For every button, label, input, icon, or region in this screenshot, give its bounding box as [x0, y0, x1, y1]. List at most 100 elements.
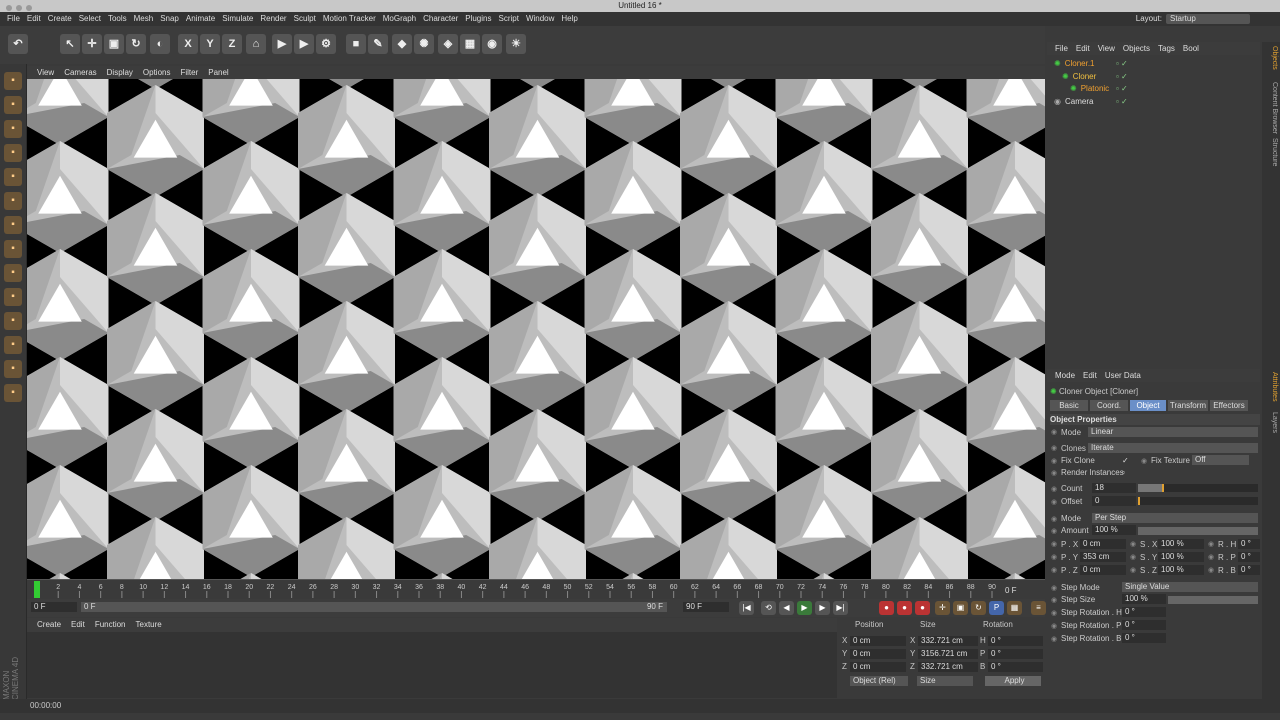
texture-mode-icon[interactable]: ▪: [4, 120, 22, 138]
layout-dropdown[interactable]: Startup: [1166, 14, 1250, 24]
animate-radio-icon[interactable]: ◉: [1051, 566, 1057, 574]
size-field[interactable]: 332.721 cm: [918, 636, 978, 646]
zoom-window-icon[interactable]: [26, 5, 32, 11]
scale-field[interactable]: 100 %: [1158, 552, 1204, 562]
step-size-field[interactable]: 100 %: [1122, 594, 1166, 604]
timeline-ruler[interactable]: 0246810121416182022242628303234363840424…: [27, 580, 1045, 600]
animate-radio-icon[interactable]: ◉: [1130, 540, 1136, 548]
record-loop-icon[interactable]: ⟲: [761, 601, 776, 615]
autokey-icon[interactable]: ●: [897, 601, 912, 615]
animate-radio-icon[interactable]: ◉: [1051, 584, 1057, 592]
camera-icon[interactable]: ◉: [482, 34, 502, 54]
timeline-menu-icon[interactable]: ≡: [1031, 601, 1046, 615]
rotate-key-icon[interactable]: ↻: [971, 601, 986, 615]
menu-script[interactable]: Script: [498, 14, 518, 23]
menu-motion-tracker[interactable]: Motion Tracker: [323, 14, 376, 23]
side-tab-layers[interactable]: Layers: [1264, 412, 1278, 433]
position-field[interactable]: 0 cm: [850, 662, 906, 672]
world-coords-icon[interactable]: ⌂: [246, 34, 266, 54]
menu-window[interactable]: Window: [526, 14, 554, 23]
pos-field[interactable]: 0 cm: [1080, 565, 1126, 575]
menu-select[interactable]: Select: [79, 14, 101, 23]
size-field[interactable]: 3156.721 cm: [918, 649, 978, 659]
objects-menu-view[interactable]: View: [1098, 44, 1115, 53]
go-to-start-icon[interactable]: |◀: [739, 601, 754, 615]
animate-radio-icon[interactable]: ◉: [1051, 428, 1057, 436]
step-rotation-b-field[interactable]: 0 °: [1122, 633, 1166, 643]
menu-tools[interactable]: Tools: [108, 14, 127, 23]
material-menu-texture[interactable]: Texture: [136, 620, 162, 629]
offset-field[interactable]: 0: [1092, 496, 1136, 506]
step-rotation-h-field[interactable]: 0 °: [1122, 607, 1166, 617]
z-axis-icon[interactable]: Z: [222, 34, 242, 54]
side-tab-content-browser[interactable]: Content Browser: [1264, 82, 1278, 134]
light-icon[interactable]: ☀: [506, 34, 526, 54]
snap-icon[interactable]: ▪: [4, 288, 22, 306]
object-row[interactable]: ✺ Cloner.1 ▫ ✓: [1050, 58, 1258, 70]
record-icon[interactable]: ●: [879, 601, 894, 615]
y-axis-icon[interactable]: Y: [200, 34, 220, 54]
x-axis-icon[interactable]: X: [178, 34, 198, 54]
undo-icon[interactable]: ↶: [8, 34, 28, 54]
animate-radio-icon[interactable]: ◉: [1051, 498, 1057, 506]
attr-menu-mode[interactable]: Mode: [1055, 371, 1075, 380]
layout-selector[interactable]: Layout: Startup: [1136, 14, 1250, 24]
fix-texture-dropdown[interactable]: Off: [1192, 455, 1249, 465]
menu-snap[interactable]: Snap: [160, 14, 179, 23]
animate-radio-icon[interactable]: ◉: [1208, 540, 1214, 548]
coord-mode-dropdown[interactable]: Object (Rel): [850, 676, 908, 686]
object-row[interactable]: ◉ Camera ▫ ✓: [1050, 96, 1258, 108]
current-frame-field[interactable]: 0 F: [1005, 586, 1017, 595]
animate-radio-icon[interactable]: ◉: [1051, 635, 1057, 643]
visibility-toggle[interactable]: ▫ ✓: [1116, 96, 1128, 108]
position-field[interactable]: 0 cm: [850, 636, 906, 646]
amount-field[interactable]: 100 %: [1092, 525, 1136, 535]
pos-field[interactable]: 0 cm: [1080, 539, 1126, 549]
render-picture-icon[interactable]: ▶: [294, 34, 314, 54]
animate-radio-icon[interactable]: ◉: [1051, 457, 1057, 465]
size-mode-dropdown[interactable]: Size: [917, 676, 973, 686]
menu-plugins[interactable]: Plugins: [465, 14, 491, 23]
rot-field[interactable]: 0 °: [1238, 552, 1260, 562]
animate-radio-icon[interactable]: ◉: [1051, 553, 1057, 561]
object-row[interactable]: ✺ Platonic ▫ ✓: [1050, 83, 1258, 95]
scale-icon[interactable]: ▣: [104, 34, 124, 54]
move-icon[interactable]: ✛: [82, 34, 102, 54]
visibility-toggle[interactable]: ▫ ✓: [1116, 58, 1128, 70]
render-instances-checkbox[interactable]: ▫: [1122, 468, 1125, 477]
step-size-slider[interactable]: [1168, 596, 1258, 604]
viewport-menu-view[interactable]: View: [37, 68, 54, 77]
material-menu-edit[interactable]: Edit: [71, 620, 85, 629]
scale-field[interactable]: 100 %: [1158, 539, 1204, 549]
rotate-icon[interactable]: ↻: [126, 34, 146, 54]
tab-coord[interactable]: Coord.: [1090, 400, 1128, 411]
count-slider[interactable]: [1138, 484, 1258, 492]
material-menu-create[interactable]: Create: [37, 620, 61, 629]
deformer-icon[interactable]: ◈: [438, 34, 458, 54]
visibility-toggle[interactable]: ▫ ✓: [1116, 83, 1128, 95]
menu-edit[interactable]: Edit: [27, 14, 41, 23]
side-tab-structure[interactable]: Structure: [1264, 138, 1278, 166]
workplane-icon[interactable]: ▪: [4, 144, 22, 162]
keyframe-icon[interactable]: ●: [915, 601, 930, 615]
attr-menu-user-data[interactable]: User Data: [1105, 371, 1141, 380]
cloner-icon[interactable]: ✺: [414, 34, 434, 54]
animate-radio-icon[interactable]: ◉: [1141, 457, 1147, 465]
viewport-menu-display[interactable]: Display: [107, 68, 133, 77]
objects-menu-file[interactable]: File: [1055, 44, 1068, 53]
playhead[interactable]: [34, 581, 40, 598]
rotation-field[interactable]: 0 °: [988, 649, 1043, 659]
start-frame-field[interactable]: 0 F: [31, 602, 77, 612]
polygons-mode-icon[interactable]: ▪: [4, 216, 22, 234]
objects-menu-objects[interactable]: Objects: [1123, 44, 1150, 53]
cube-icon[interactable]: ■: [346, 34, 366, 54]
make-editable-icon[interactable]: ▪: [4, 72, 22, 90]
live-select-icon[interactable]: ◐: [150, 34, 170, 54]
menu-animate[interactable]: Animate: [186, 14, 215, 23]
animate-radio-icon[interactable]: ◉: [1208, 566, 1214, 574]
render-view-icon[interactable]: ▶: [272, 34, 292, 54]
menu-mesh[interactable]: Mesh: [134, 14, 154, 23]
material-menu-function[interactable]: Function: [95, 620, 126, 629]
size-field[interactable]: 332.721 cm: [918, 662, 978, 672]
rot-field[interactable]: 0 °: [1238, 565, 1260, 575]
